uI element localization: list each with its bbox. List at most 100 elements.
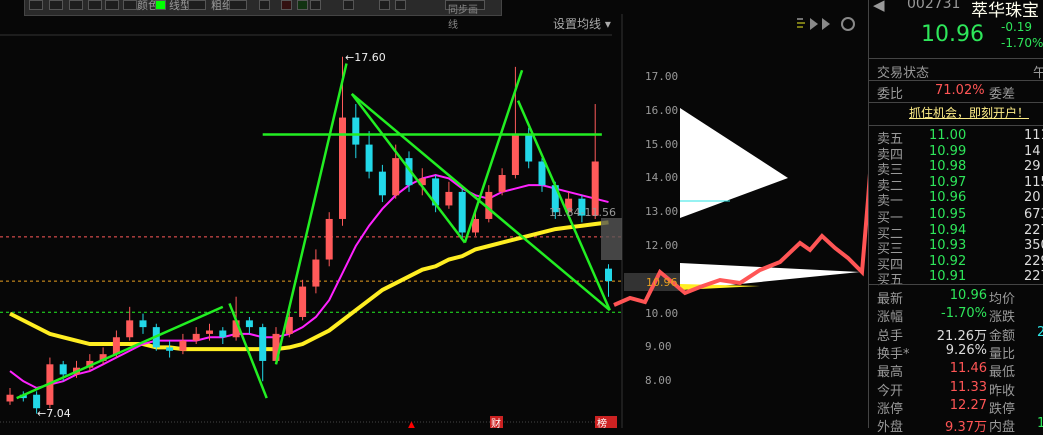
candle-body	[605, 268, 612, 282]
price-change-pct: -1.70%	[1001, 36, 1043, 50]
stat-label: 换手*	[877, 346, 910, 362]
candle-body	[538, 161, 546, 186]
stat-row: 最新 10.96 均价	[877, 288, 1043, 307]
ask-row: 卖五11.00111	[877, 128, 1043, 147]
y-tick-label: 13.00	[645, 205, 679, 219]
candle	[139, 313, 147, 334]
ask-row: 卖二10.97115	[877, 174, 1043, 194]
trend-line-drawing	[16, 305, 224, 400]
candle	[166, 340, 174, 358]
stat-row: 涨幅 -1.70% 涨跌	[877, 306, 1043, 326]
candle-body	[312, 259, 320, 287]
y-tick-label: 15.00	[645, 137, 679, 151]
level-label: 买五	[877, 273, 904, 288]
level-volume: 20	[1024, 190, 1041, 205]
level-volume: 14	[1024, 143, 1041, 159]
high-marker: ←17.60	[345, 51, 386, 64]
stat-row: 总手 21.26万 金额 2	[877, 324, 1043, 344]
level-price: 10.94	[929, 222, 967, 238]
stat-value: 11	[1037, 416, 1043, 432]
candle-body	[498, 175, 506, 192]
stat-value: 12.27	[949, 397, 987, 413]
stat-label: 外盘	[877, 420, 904, 435]
next-icon[interactable]	[822, 18, 830, 30]
overlay-label: 11.84-11.56	[549, 206, 616, 219]
kline-chart[interactable]: 11.84-11.56 ←17.60 ←7.04 财 榜 ▲ 10.96	[0, 0, 868, 428]
stat-label: 今开	[877, 383, 904, 399]
stat-row: 外盘 9.37万内盘 11	[877, 416, 1043, 435]
candle	[365, 131, 373, 179]
candle-body	[126, 320, 134, 338]
candle	[179, 333, 187, 355]
stat-label: 涨跌	[989, 310, 1016, 326]
level-price: 10.92	[929, 253, 967, 269]
stat-label: 金额	[989, 328, 1016, 344]
stock-code: 002731	[907, 0, 961, 12]
candle-body	[299, 286, 307, 317]
stat-value: 11.46	[949, 361, 987, 377]
stat-row: 换手* 9.26% 量比	[877, 342, 1043, 362]
level-price: 10.96	[929, 190, 967, 205]
quote-panel: ◀ 002731 萃华珠宝 10.96 -0.19 -1.70% 交易状态午 委…	[868, 0, 1043, 435]
ma-legend-icon[interactable]	[797, 18, 805, 28]
stat-label: 内盘	[989, 420, 1016, 435]
level-price: 10.98	[929, 159, 967, 174]
ask-row: 卖一 10.96 20	[877, 190, 1043, 209]
level-price: 10.95	[929, 207, 967, 222]
candle	[259, 323, 267, 382]
candle	[485, 185, 493, 223]
bid-row: 买三10.93350	[877, 238, 1043, 257]
level-price: 11.00	[929, 128, 967, 143]
overlay-box	[601, 218, 622, 260]
stat-label: 最高	[877, 365, 904, 381]
candle	[219, 327, 227, 345]
level-volume: 229	[1024, 253, 1043, 269]
stat-row: 涨停 12.27 跌停	[877, 397, 1043, 417]
bid-row: 买二10.94227	[877, 222, 1043, 242]
current-price-tag: 10.96	[646, 276, 678, 289]
stat-value: 2	[1037, 324, 1043, 340]
candle-body	[192, 333, 200, 341]
prev-stock-icon[interactable]: ◀	[873, 0, 885, 14]
stat-value: 9.37万	[945, 420, 987, 435]
high-label: ←17.60	[345, 51, 386, 64]
candle-body	[6, 394, 14, 402]
level-volume: 29	[1024, 159, 1041, 174]
candle-body	[392, 158, 400, 196]
candle	[312, 249, 320, 294]
play-icon[interactable]	[810, 18, 818, 30]
y-tick-label: 16.00	[645, 103, 679, 117]
candle	[378, 164, 386, 203]
level-volume: 227	[1024, 269, 1043, 284]
open-account-link[interactable]: 抓住机会，即刻开户！	[909, 104, 1043, 120]
stat-label: 跌停	[989, 401, 1016, 417]
gear-icon[interactable]	[841, 17, 855, 31]
stat-value: 21.26万	[936, 328, 987, 344]
candle-body	[206, 330, 213, 334]
candle-body	[511, 134, 519, 176]
candle-body	[378, 171, 386, 196]
bid-row: 买五 10.91 227	[877, 269, 1043, 288]
stat-label: 量比	[989, 346, 1016, 362]
level-price: 10.97	[929, 174, 967, 190]
chart-controls	[810, 17, 855, 31]
event-marker-label: 榜	[597, 417, 607, 428]
level-price: 10.91	[929, 269, 967, 284]
level-volume: 673	[1024, 207, 1043, 222]
candle-body	[139, 320, 147, 328]
bid-row: 买一10.95673	[877, 207, 1043, 226]
bid-row: 买四10.92229	[877, 253, 1043, 273]
candle	[245, 316, 253, 334]
ask-row: 卖四 10.99 14	[877, 143, 1043, 163]
stat-value: 9.26%	[945, 342, 987, 358]
candle-body	[525, 134, 533, 162]
candle-body	[445, 191, 453, 206]
stock-title: ◀ 002731 萃华珠宝	[873, 0, 1043, 21]
stat-value: 10.96	[949, 288, 987, 303]
candle-body	[166, 347, 174, 351]
low-marker: ←7.04	[37, 407, 71, 420]
candle	[6, 387, 14, 405]
candle-body	[179, 340, 187, 351]
stat-label: 总手	[877, 328, 904, 344]
level-volume: 111	[1024, 128, 1043, 143]
